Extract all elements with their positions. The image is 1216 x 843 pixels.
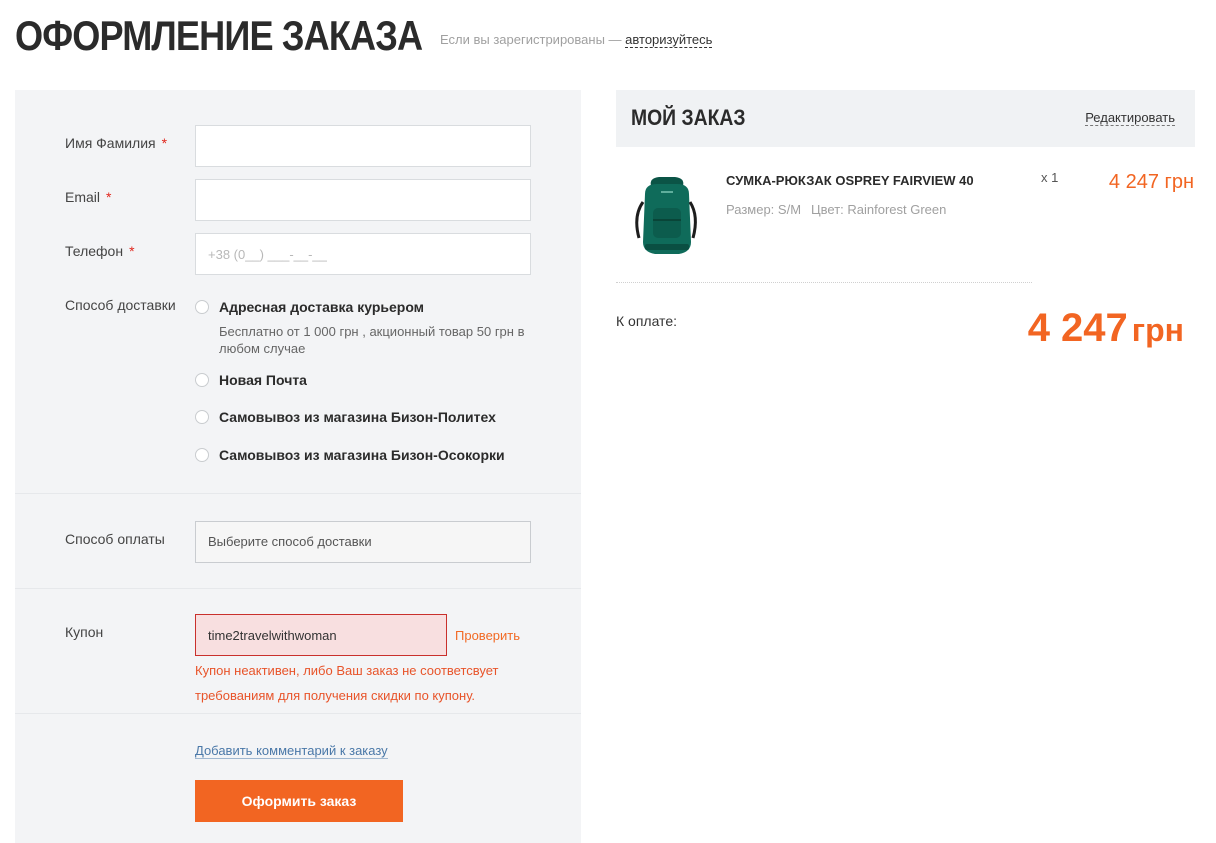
item-divider: [616, 282, 1032, 283]
section-divider: [15, 493, 581, 494]
name-label: Имя Фамилия *: [65, 135, 168, 151]
product-color: Цвет: Rainforest Green: [811, 202, 947, 217]
page-title: ОФОРМЛЕНИЕ ЗАКАЗА: [15, 12, 423, 59]
login-hint: Если вы зарегистрированы — авторизуйтесь: [440, 32, 713, 48]
delivery-option-pickup-politekh[interactable]: Самовывоз из магазина Бизон-Политех: [195, 409, 496, 425]
required-mark: *: [161, 135, 168, 151]
product-price: 4 247 грн: [1108, 171, 1194, 193]
required-mark: *: [106, 189, 112, 205]
phone-label: Телефон *: [65, 243, 135, 259]
email-field[interactable]: [195, 179, 531, 221]
payment-label: Способ оплаты: [65, 531, 165, 547]
product-quantity: x 1: [1041, 170, 1059, 185]
order-title: МОЙ ЗАКАЗ: [631, 105, 746, 130]
total-label: К оплате:: [616, 313, 677, 329]
radio-button[interactable]: [195, 300, 209, 314]
email-label: Email *: [65, 189, 112, 205]
product-attributes: Размер: S/M Цвет: Rainforest Green: [726, 202, 946, 217]
edit-order-link[interactable]: Редактировать: [1085, 110, 1175, 126]
required-mark: *: [129, 243, 135, 259]
coupon-field[interactable]: [195, 614, 447, 656]
login-hint-text: Если вы зарегистрированы —: [440, 32, 622, 47]
backpack-icon[interactable]: [627, 172, 705, 260]
coupon-label: Купон: [65, 624, 104, 640]
submit-order-button[interactable]: Оформить заказ: [195, 780, 403, 822]
order-summary-header: МОЙ ЗАКАЗ Редактировать: [616, 90, 1195, 147]
product-size: Размер: S/M: [726, 202, 802, 217]
login-link[interactable]: авторизуйтесь: [625, 32, 713, 48]
delivery-option-label: Самовывоз из магазина Бизон-Осокорки: [219, 447, 505, 463]
product-name[interactable]: СУМКА-РЮКЗАК OSPREY FAIRVIEW 40: [726, 173, 974, 188]
section-divider: [15, 588, 581, 589]
total-currency: грн: [1131, 312, 1184, 348]
delivery-label: Способ доставки: [65, 297, 176, 313]
section-divider: [15, 713, 581, 714]
delivery-option-pickup-osokorky[interactable]: Самовывоз из магазина Бизон-Осокорки: [195, 447, 505, 463]
add-comment-link[interactable]: Добавить комментарий к заказу: [195, 743, 388, 759]
name-field[interactable]: [195, 125, 531, 167]
delivery-option-note: Бесплатно от 1 000 грн , акционный товар…: [219, 324, 525, 356]
radio-button[interactable]: [195, 373, 209, 387]
total-amount: 4 247 грн: [1028, 306, 1184, 351]
radio-button[interactable]: [195, 410, 209, 424]
check-coupon-button[interactable]: Проверить: [455, 628, 520, 643]
delivery-option-label: Адресная доставка курьером: [219, 299, 425, 315]
phone-field[interactable]: [195, 233, 531, 275]
delivery-option-label: Самовывоз из магазина Бизон-Политех: [219, 409, 496, 425]
delivery-option-label: Новая Почта: [219, 372, 307, 388]
delivery-option-nova-poshta[interactable]: Новая Почта: [195, 372, 307, 388]
radio-button[interactable]: [195, 448, 209, 462]
payment-select[interactable]: Выберите способ доставки: [195, 521, 531, 563]
coupon-error-message: Купон неактивен, либо Ваш заказ не соотв…: [195, 663, 499, 703]
delivery-option-courier[interactable]: Адресная доставка курьером: [195, 299, 424, 315]
checkout-form: Имя Фамилия* Email* Телефон* Способ дост…: [15, 90, 581, 843]
total-amount-value: 4 247: [1027, 306, 1128, 350]
